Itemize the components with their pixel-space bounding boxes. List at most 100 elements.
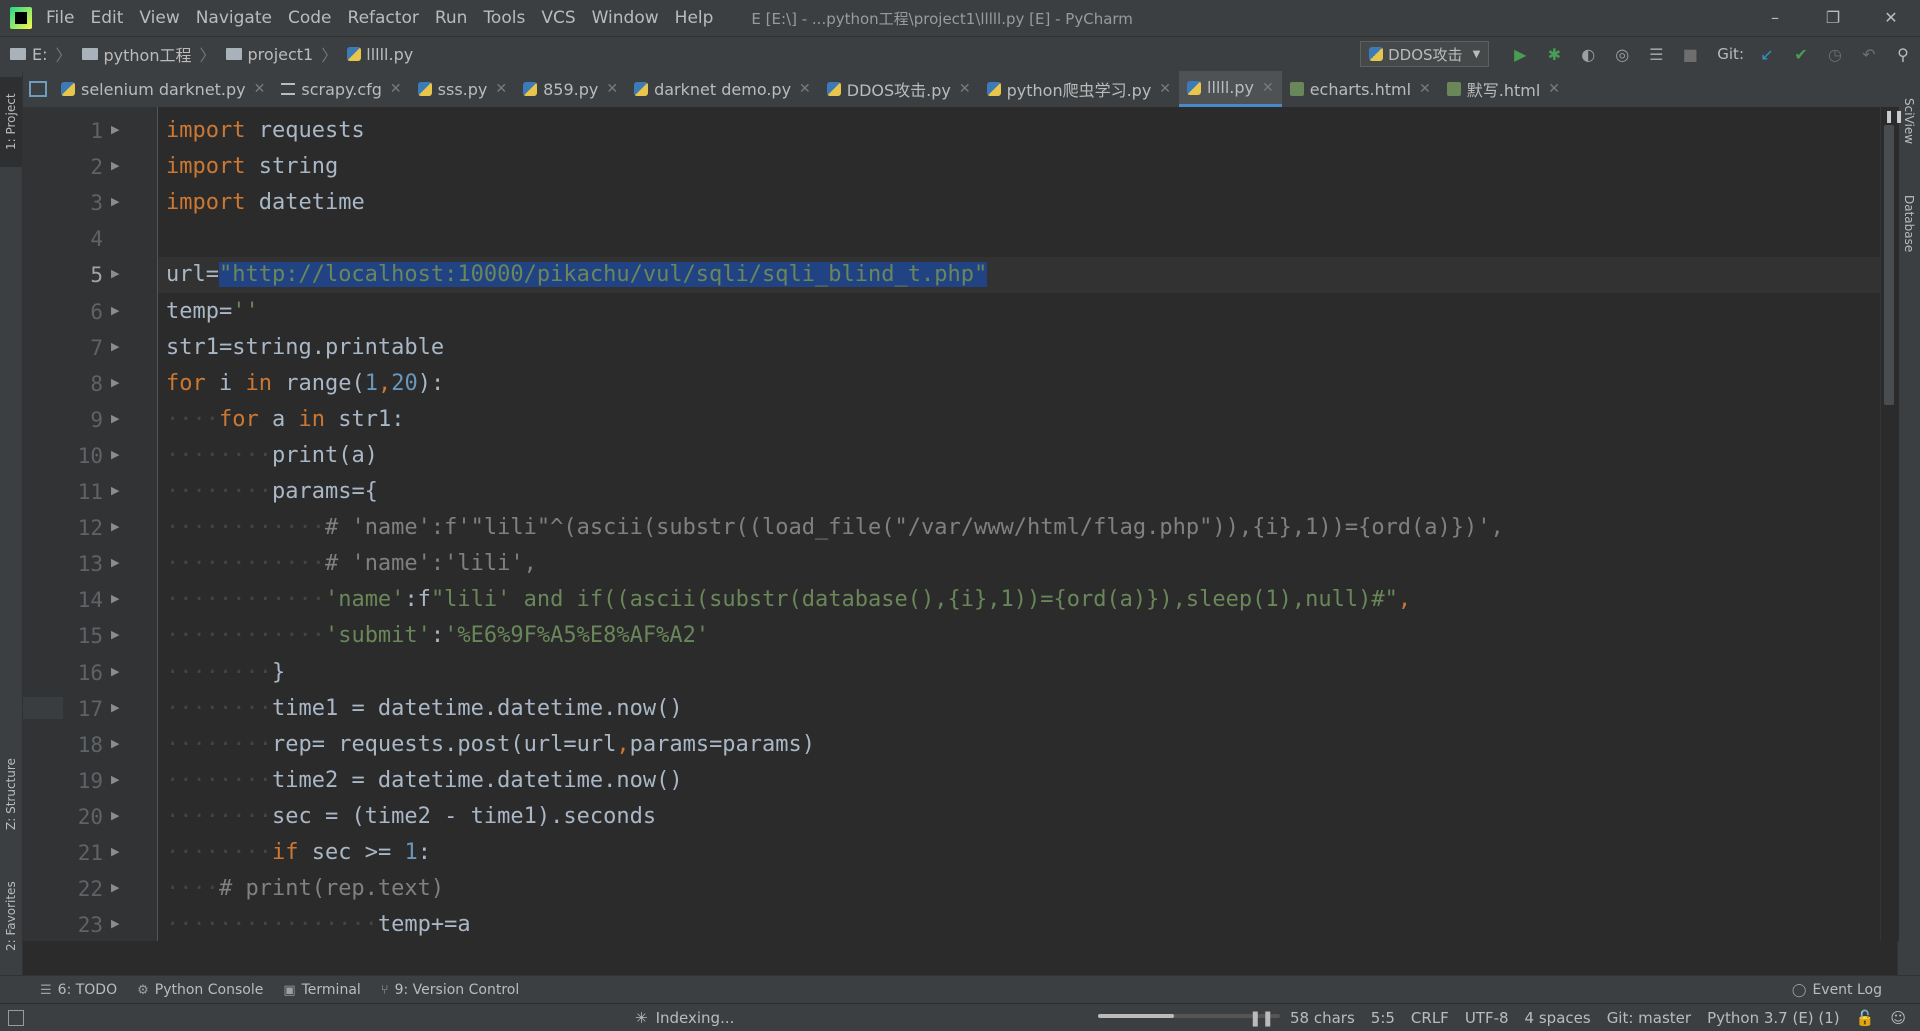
fold-icon[interactable]: ▶ <box>111 881 119 894</box>
menu-window[interactable]: Window <box>592 8 659 28</box>
code-line[interactable]: for i in range(1,20): <box>166 366 444 402</box>
code-line[interactable]: import datetime <box>166 185 365 221</box>
concurrency-icon[interactable]: ☰ <box>1647 45 1665 64</box>
close-icon[interactable]: ✕ <box>799 81 811 97</box>
inspector-icon[interactable]: ☺ <box>1890 1009 1906 1027</box>
close-icon[interactable]: ✕ <box>254 81 266 97</box>
breadcrumb-folder1[interactable]: python工程〉 <box>81 42 216 66</box>
pause-indexing-icon[interactable]: ❚❚ <box>1249 1009 1274 1027</box>
code-line[interactable]: ········sec = (time2 - time1).seconds <box>166 799 656 835</box>
code-line[interactable]: ····# print(rep.text) <box>166 871 444 907</box>
code-line[interactable]: ····for a in str1: <box>166 402 404 438</box>
editor-scrollbar[interactable]: ❚❚ <box>1880 107 1904 941</box>
breadcrumb-folder2[interactable]: project1 〉 <box>225 42 337 66</box>
close-icon[interactable]: ✕ <box>959 81 971 97</box>
search-icon[interactable]: ⚲ <box>1894 45 1912 64</box>
menu-view[interactable]: View <box>139 8 179 28</box>
menu-vcs[interactable]: VCS <box>541 8 575 28</box>
tab-ddos[interactable]: DDOS攻击.py ✕ <box>819 71 979 107</box>
lock-icon[interactable]: 🔓 <box>1856 1009 1875 1027</box>
fold-icon[interactable]: ▶ <box>111 592 119 605</box>
run-configuration-select[interactable]: DDOS攻击 ▼ <box>1360 41 1490 67</box>
terminal-button[interactable]: ▣ Terminal <box>283 982 360 998</box>
fold-icon[interactable]: ▶ <box>111 267 119 280</box>
code-line[interactable]: temp='' <box>166 294 259 330</box>
stop-icon[interactable]: ■ <box>1681 45 1699 64</box>
code-line[interactable]: ················temp+=a <box>166 907 471 941</box>
run-icon[interactable]: ▶ <box>1511 45 1529 64</box>
fold-icon[interactable]: ▶ <box>111 412 119 425</box>
code-line[interactable]: import string <box>166 149 338 185</box>
code-line[interactable]: url="http://localhost:10000/pikachu/vul/… <box>166 257 988 293</box>
line-separator[interactable]: CRLF <box>1411 1009 1449 1027</box>
tool-tab-favorites[interactable]: 2: Favorites <box>0 861 22 971</box>
fold-icon[interactable]: ▶ <box>111 340 119 353</box>
close-icon[interactable]: ✕ <box>495 81 507 97</box>
tab-lllll-active[interactable]: lllll.py ✕ <box>1179 71 1282 107</box>
git-history-icon[interactable]: ◷ <box>1826 45 1844 64</box>
code-line[interactable]: ············'name':f"lili' and if((ascii… <box>166 582 1411 618</box>
code-line[interactable]: ············# 'name':'lili', <box>166 546 537 582</box>
breadcrumb-file[interactable]: lllll.py <box>347 45 413 64</box>
fold-icon[interactable]: ▶ <box>111 159 119 172</box>
fold-icon[interactable]: ▶ <box>111 304 119 317</box>
fold-icon[interactable]: ▶ <box>111 195 119 208</box>
caret-position[interactable]: 5:5 <box>1371 1009 1395 1027</box>
code-editor[interactable]: import requests import string import datet… <box>158 107 1880 941</box>
git-rollback-icon[interactable]: ↶ <box>1860 45 1878 64</box>
tab-python-spider[interactable]: python爬虫学习.py ✕ <box>979 71 1179 107</box>
menu-tools[interactable]: Tools <box>483 8 525 28</box>
fold-icon[interactable]: ▶ <box>111 737 119 750</box>
restore-button[interactable]: ❐ <box>1804 0 1862 36</box>
fold-icon[interactable]: ▶ <box>111 520 119 533</box>
tool-tab-database[interactable]: Database <box>1898 179 1920 269</box>
fold-icon[interactable]: ▶ <box>111 845 119 858</box>
fold-icon[interactable]: ▶ <box>111 701 119 714</box>
fold-icon[interactable]: ▶ <box>111 917 119 930</box>
code-line[interactable]: import requests <box>166 113 365 149</box>
tool-tab-project[interactable]: 1: Project <box>0 77 22 167</box>
tabs-menu[interactable] <box>23 71 53 107</box>
close-icon[interactable]: ✕ <box>606 81 618 97</box>
fold-icon[interactable]: ▶ <box>111 665 119 678</box>
menu-file[interactable]: File <box>46 8 74 28</box>
indent-setting[interactable]: 4 spaces <box>1525 1009 1591 1027</box>
tab-moxie[interactable]: 默写.html ✕ <box>1439 71 1568 107</box>
close-button[interactable]: ✕ <box>1862 0 1920 36</box>
debug-icon[interactable]: ✱ <box>1545 45 1563 64</box>
file-encoding[interactable]: UTF-8 <box>1465 1009 1509 1027</box>
breadcrumb-drive[interactable]: E: 〉 <box>10 42 72 66</box>
fold-icon[interactable]: ▶ <box>111 123 119 136</box>
coverage-icon[interactable]: ◐ <box>1579 45 1597 64</box>
code-line[interactable]: ········time1 = datetime.datetime.now() <box>166 691 683 727</box>
event-log-button[interactable]: ◯ Event Log <box>1792 982 1882 998</box>
close-icon[interactable]: ✕ <box>1548 81 1560 97</box>
tab-darknet-demo[interactable]: darknet demo.py ✕ <box>626 71 819 107</box>
fold-icon[interactable]: ▶ <box>111 556 119 569</box>
code-line[interactable]: str1=string.printable <box>166 330 444 366</box>
close-icon[interactable]: ✕ <box>1262 80 1274 96</box>
fold-icon[interactable]: ▶ <box>111 448 119 461</box>
profile-icon[interactable]: ◎ <box>1613 45 1631 64</box>
python-console-button[interactable]: ⚙ Python Console <box>137 982 263 998</box>
version-control-button[interactable]: ⑂ 9: Version Control <box>381 982 519 998</box>
tool-tab-structure[interactable]: Z: Structure <box>0 739 22 849</box>
code-line[interactable]: ········print(a) <box>166 438 378 474</box>
todo-tool-button[interactable]: ☰ 6: TODO <box>40 982 117 998</box>
tool-windows-toggle-icon[interactable] <box>8 1010 24 1026</box>
code-line[interactable]: ········params={ <box>166 474 378 510</box>
tab-echarts[interactable]: echarts.html ✕ <box>1282 71 1439 107</box>
code-line[interactable]: ········if sec >= 1: <box>166 835 431 871</box>
tab-859[interactable]: 859.py ✕ <box>515 71 626 107</box>
git-commit-icon[interactable]: ✔ <box>1792 45 1810 64</box>
menu-refactor[interactable]: Refactor <box>348 8 419 28</box>
code-line[interactable]: ············# 'name':f'"lili"^(ascii(sub… <box>166 510 1504 546</box>
menu-run[interactable]: Run <box>435 8 468 28</box>
git-update-icon[interactable]: ↙ <box>1758 45 1776 64</box>
scrollbar-thumb[interactable] <box>1884 125 1894 405</box>
code-line[interactable]: ········time2 = datetime.datetime.now() <box>166 763 683 799</box>
minimize-button[interactable]: – <box>1746 0 1804 36</box>
close-icon[interactable]: ✕ <box>390 81 402 97</box>
fold-icon[interactable]: ▶ <box>111 809 119 822</box>
code-line[interactable]: ········rep= requests.post(url=url,param… <box>166 727 815 763</box>
